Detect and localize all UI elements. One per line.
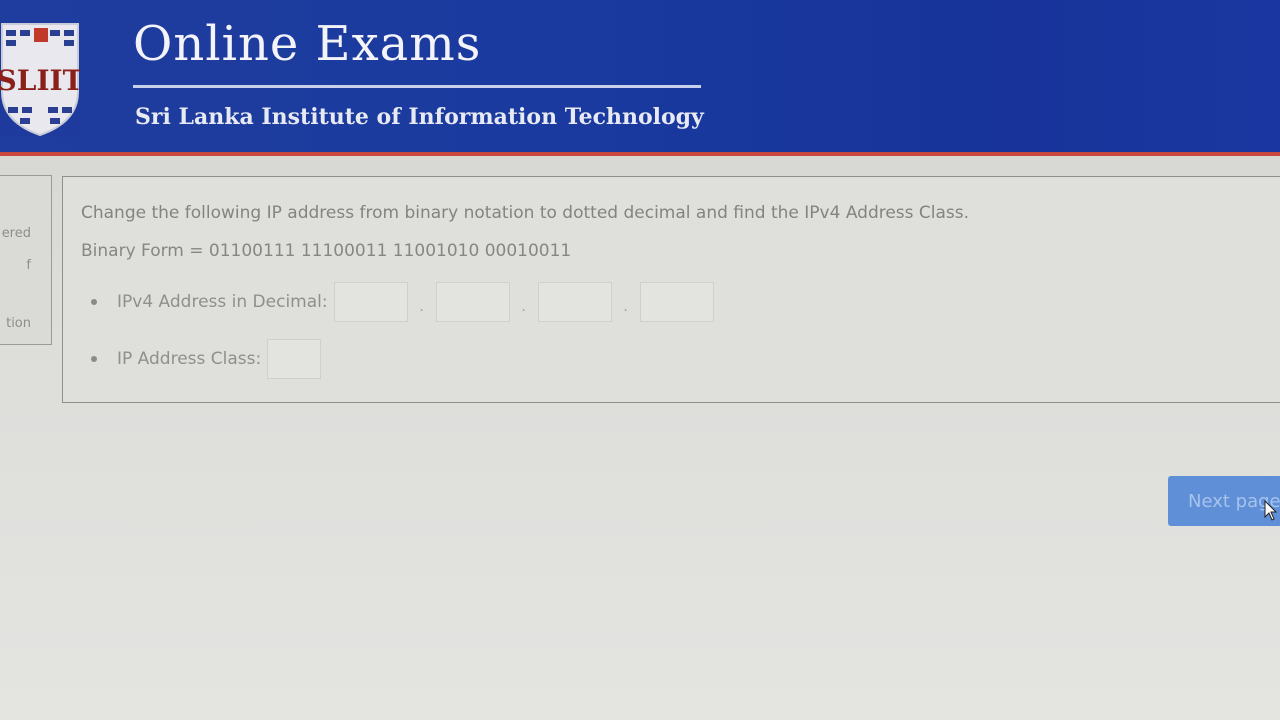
title-divider xyxy=(133,85,701,88)
decimal-label: IPv4 Address in Decimal: xyxy=(117,292,328,312)
side-panel-text-3: tion xyxy=(6,316,31,331)
octet-3-input[interactable] xyxy=(537,282,612,322)
svg-text:SLIIT: SLIIT xyxy=(0,64,80,97)
address-class-input[interactable] xyxy=(267,339,322,379)
site-subtitle: Sri Lanka Institute of Information Techn… xyxy=(135,104,704,130)
octet-separator: . xyxy=(623,299,628,315)
binary-form-label: Binary Form = xyxy=(81,241,209,261)
header-banner: SLIIT Online Exams Sri Lanka Institute o… xyxy=(0,0,1280,156)
octet-2-input[interactable] xyxy=(435,282,510,322)
class-answer-item: IP Address Class: xyxy=(91,334,714,384)
answer-list: IPv4 Address in Decimal: . . . IP Addres… xyxy=(91,277,714,391)
binary-form-line: Binary Form = 01100111 11100011 11001010… xyxy=(81,241,571,261)
side-panel-text-1: ered xyxy=(1,226,31,241)
class-label: IP Address Class: xyxy=(117,349,262,369)
sliit-logo: SLIIT xyxy=(0,22,80,137)
question-prompt: Change the following IP address from bin… xyxy=(81,203,970,223)
bullet-icon xyxy=(91,356,97,362)
octet-4-input[interactable] xyxy=(639,282,714,322)
mouse-cursor-icon xyxy=(1264,500,1278,521)
side-panel-text-2: f xyxy=(26,258,31,273)
exam-page: SLIIT Online Exams Sri Lanka Institute o… xyxy=(0,0,1280,720)
question-card: Change the following IP address from bin… xyxy=(62,176,1280,403)
octet-1-input[interactable] xyxy=(333,282,408,322)
quiz-navigation-panel: ered f tion xyxy=(0,175,52,345)
site-title: Online Exams xyxy=(133,16,482,72)
octet-separator: . xyxy=(419,299,424,315)
binary-form-value: 01100111 11100011 11001010 00010011 xyxy=(208,241,572,261)
decimal-answer-item: IPv4 Address in Decimal: . . . xyxy=(91,277,714,327)
bullet-icon xyxy=(91,299,97,305)
octet-separator: . xyxy=(521,299,526,315)
